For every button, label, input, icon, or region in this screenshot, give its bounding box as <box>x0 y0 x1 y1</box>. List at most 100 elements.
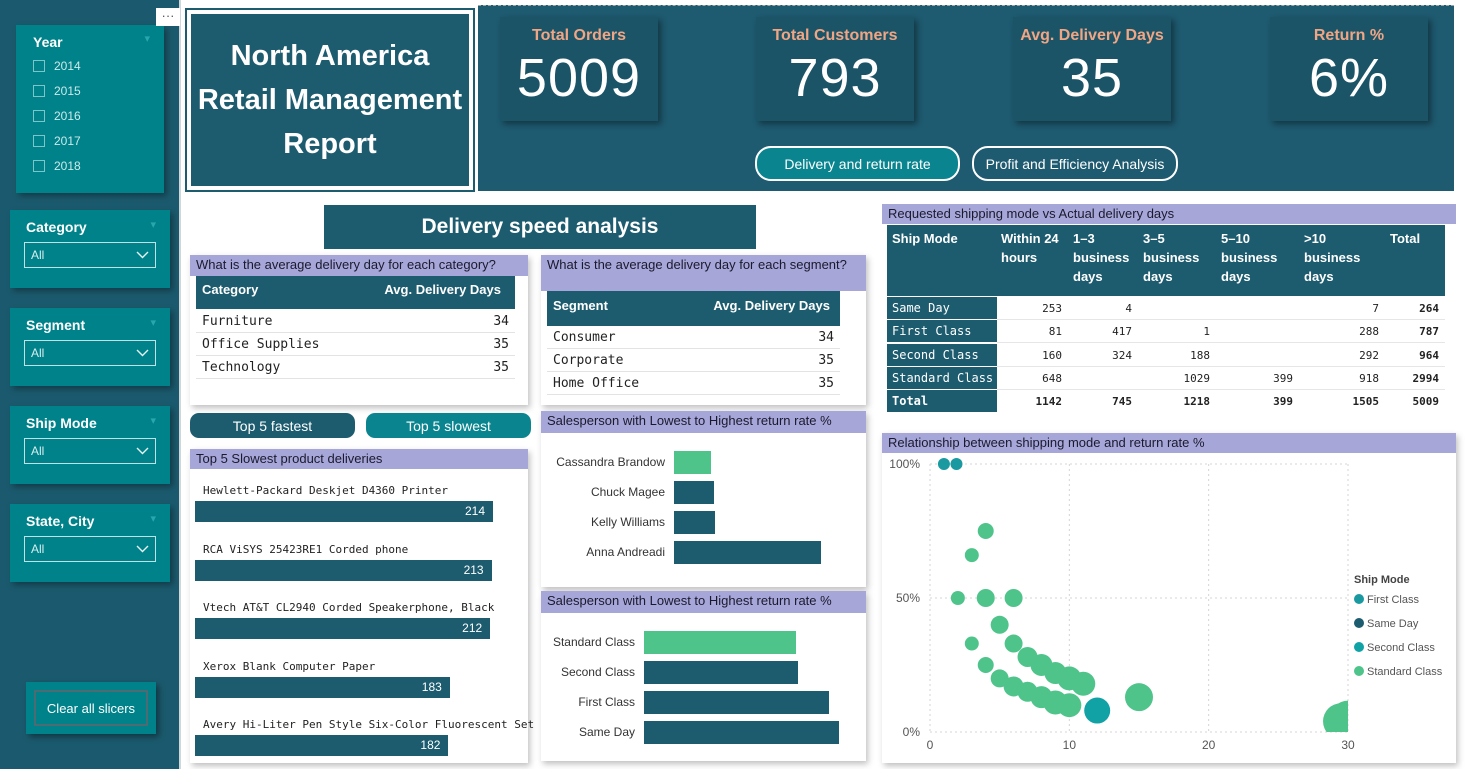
checkbox-icon[interactable] <box>33 159 45 172</box>
nav-delivery-return-button[interactable]: Delivery and return rate <box>755 146 960 181</box>
table-cell: Corporate <box>553 352 624 368</box>
scatter-point <box>1004 589 1023 607</box>
matrix-cell: 964 <box>1419 348 1439 362</box>
ship-matrix-card: Requested shipping mode vs Actual delive… <box>882 204 1456 416</box>
kpi-value: 35 <box>1060 48 1124 108</box>
matrix-cell: 264 <box>1419 302 1439 315</box>
kpi-value: 5009 <box>516 48 642 108</box>
ship-mode-value: All <box>31 444 45 458</box>
year-option[interactable]: 2018 <box>33 153 153 178</box>
bar <box>674 481 714 504</box>
report-title-line: Report <box>283 128 377 160</box>
top5-slowest-button[interactable]: Top 5 slowest <box>366 413 531 438</box>
checkbox-icon[interactable] <box>33 59 45 72</box>
scatter-point <box>950 458 963 470</box>
matrix-row-header: Standard Class <box>887 366 997 389</box>
scatter-card: Relationship between shipping mode and r… <box>882 433 1456 763</box>
year-options: 2014 2015 2016 2017 2018 <box>33 53 153 178</box>
checkbox-icon[interactable] <box>33 84 45 97</box>
state-city-dropdown[interactable]: All <box>24 536 156 562</box>
category-value: All <box>31 248 45 262</box>
matrix-cell: 1505 <box>1352 395 1380 409</box>
salesperson-bars: Cassandra Brandow Chuck Magee Kelly Willia… <box>541 451 866 581</box>
legend-marker <box>1354 642 1364 652</box>
bar-label: Kelly Williams <box>590 515 665 529</box>
product-bar: 212 <box>195 618 491 639</box>
table-row: Office Supplies 35 <box>196 333 515 356</box>
table-row: Technology 35 <box>196 356 515 379</box>
top5-fastest-button[interactable]: Top 5 fastest <box>190 413 355 438</box>
clear-slicers-button[interactable]: Clear all slicers <box>26 682 156 734</box>
scatter-point <box>977 523 994 539</box>
matrix-cell: 2994 <box>1412 371 1440 385</box>
kpi-label: Avg. Delivery Days <box>1020 27 1164 44</box>
checkbox-icon[interactable] <box>33 109 45 122</box>
year-option[interactable]: 2016 <box>33 103 153 128</box>
matrix-row-divider <box>997 388 1445 390</box>
matrix-cell: 787 <box>1419 325 1439 339</box>
matrix-row-header: Same Day <box>887 297 997 319</box>
slowest-products-card: Top 5 Slowest product deliveries Hewlett… <box>190 449 534 763</box>
category-dropdown[interactable]: All <box>24 242 156 268</box>
chevron-down-icon[interactable]: ▾ <box>144 32 150 45</box>
matrix-cell: 648 <box>1042 371 1062 385</box>
matrix-cell: 7 <box>1372 302 1379 315</box>
y-tick-label: 50% <box>896 591 920 605</box>
chevron-down-icon: ▾ <box>150 317 156 329</box>
year-option-label: 2015 <box>54 83 81 98</box>
kpi-card: Total Customers 793 <box>756 17 914 121</box>
matrix-row-header: Total <box>887 390 997 413</box>
year-option[interactable]: 2015 <box>33 78 153 103</box>
ship-matrix-title: Requested shipping mode vs Actual delive… <box>882 204 1456 224</box>
product-bar: 183 <box>195 676 450 698</box>
report-title-lines: North America Retail Management Report <box>198 34 462 166</box>
table-cell: 35 <box>818 352 834 368</box>
matrix-cell: 1 <box>1203 325 1210 339</box>
product-label: Hewlett-Packard Deskjet D4360 Printer <box>203 484 449 497</box>
table-row: Furniture 34 <box>196 310 515 333</box>
ship-mode-dropdown[interactable]: All <box>24 438 156 464</box>
matrix-cell: 288 <box>1359 325 1379 339</box>
matrix-cell: 1218 <box>1183 395 1211 409</box>
year-option[interactable]: 2017 <box>33 128 153 153</box>
bar <box>674 541 821 564</box>
chevron-down-icon <box>136 349 149 357</box>
legend-label: First Class <box>1367 594 1419 606</box>
legend-marker <box>1354 594 1364 604</box>
matrix-column-header: 1–3 business days <box>1073 231 1130 284</box>
category-table-card: What is the average delivery day for eac… <box>190 255 528 405</box>
table-cell: 34 <box>818 329 834 345</box>
salesperson-return-title: Salesperson with Lowest to Highest retur… <box>541 411 866 433</box>
nav-profit-efficiency-button[interactable]: Profit and Efficiency Analysis <box>972 146 1178 181</box>
segment-dropdown[interactable]: All <box>24 340 156 366</box>
year-option[interactable]: 2014 <box>33 53 153 78</box>
report-title-line: North America <box>230 40 430 72</box>
year-slicer[interactable]: Year ▾ 2014 2015 2016 2017 2018 <box>16 25 164 193</box>
more-options-icon[interactable]: ··· <box>156 8 180 26</box>
y-tick-label: 100% <box>889 457 920 471</box>
salesperson-return-card: Salesperson with Lowest to Highest retur… <box>541 411 866 587</box>
chevron-down-icon <box>136 447 149 455</box>
segment-question: What is the average delivery day for eac… <box>541 255 866 291</box>
kpi-label: Total Orders <box>532 27 626 44</box>
legend-marker <box>1354 618 1364 628</box>
table-cell: Office Supplies <box>202 336 320 352</box>
matrix-cell: 1029 <box>1183 371 1211 385</box>
scatter-point <box>1004 634 1023 653</box>
year-option-label: 2017 <box>54 133 81 148</box>
y-tick-label: 0% <box>903 725 921 739</box>
kpi-label: Return % <box>1313 27 1385 44</box>
shipclass-bars: Standard Class Second Class First Class Sam… <box>541 631 866 761</box>
product-bar: 182 <box>195 735 449 756</box>
bar <box>644 691 830 714</box>
matrix-cell: 1142 <box>1035 395 1063 409</box>
x-tick-label: 30 <box>1341 738 1355 752</box>
column-header: Avg. Delivery Days <box>384 282 501 297</box>
scatter-point <box>950 591 965 605</box>
chevron-down-icon: ▾ <box>150 219 156 231</box>
scatter-point <box>1057 693 1082 718</box>
matrix-column-header: 5–10 business days <box>1221 231 1278 284</box>
checkbox-icon[interactable] <box>33 134 45 147</box>
table-row: Corporate 35 <box>547 349 840 372</box>
matrix-cell: 4 <box>1125 302 1132 315</box>
